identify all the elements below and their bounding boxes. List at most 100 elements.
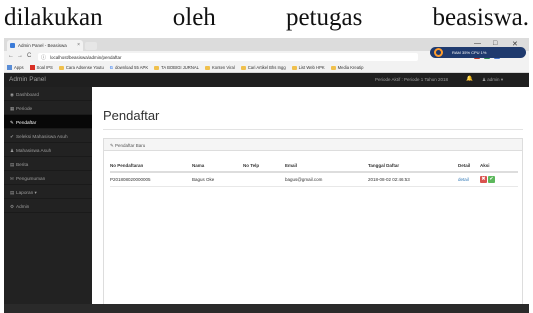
divider bbox=[103, 129, 523, 130]
sidebar-item-label: Pengumuman bbox=[16, 175, 46, 181]
info-icon[interactable]: ⓘ bbox=[41, 54, 46, 61]
sidebar-item-label: Laporan ▾ bbox=[16, 189, 37, 195]
caption-word: dilakukan bbox=[4, 4, 103, 31]
registrants-table: No Pendaftaran Nama No Telp Email Tangga… bbox=[110, 160, 518, 187]
approve-button[interactable]: ✔ bbox=[488, 176, 495, 183]
system-stats-widget: RAM 35% CPU 1% bbox=[430, 47, 526, 58]
sidebar-item-laporan[interactable]: ▤ Laporan ▾ bbox=[4, 185, 92, 199]
folder-icon bbox=[291, 65, 297, 70]
bookmark-item[interactable]: Gdownload 55 APK bbox=[110, 65, 148, 70]
caption-word: petugas bbox=[285, 4, 363, 31]
url-input[interactable]: ⓘ localhost/beasiswa/admin/pendaftar bbox=[38, 53, 418, 61]
tab-close-icon[interactable]: × bbox=[77, 42, 80, 48]
bookmark-item[interactable]: Media Kreatip bbox=[330, 65, 364, 70]
brand-link[interactable]: Admin Panel bbox=[9, 76, 46, 83]
reload-icon[interactable]: C bbox=[27, 53, 31, 59]
folder-icon bbox=[240, 65, 246, 70]
bookmark-item[interactable]: Cari Artikel Bhs Ingg bbox=[240, 65, 286, 70]
bookmark-label: Media Kreatip bbox=[337, 65, 364, 70]
sidebar-item-label: Mahasiswa Asuh bbox=[16, 147, 52, 153]
minimize-icon[interactable]: — bbox=[474, 40, 481, 47]
sidebar-item-pengumuman[interactable]: ✉ Pengumuman bbox=[4, 171, 92, 185]
folder-icon bbox=[330, 65, 336, 70]
new-tab-button[interactable] bbox=[85, 42, 97, 50]
bookmark-item[interactable]: Soal IPS bbox=[29, 65, 53, 70]
apps-icon bbox=[7, 65, 12, 70]
chevron-down-icon: ▾ bbox=[499, 77, 504, 82]
bookmark-item[interactable]: Apps bbox=[7, 65, 24, 70]
sidebar-item-berita[interactable]: ▤ Berita bbox=[4, 157, 92, 171]
folder-icon bbox=[154, 65, 160, 70]
back-icon[interactable]: ← bbox=[8, 53, 14, 59]
admin-app: Admin Panel Periode Aktif : Periode 1 Ta… bbox=[4, 73, 529, 313]
registration-number: P201808020000005 bbox=[110, 172, 192, 187]
bookmark-label: Soal IPS bbox=[36, 65, 53, 70]
browser-window: Admin Panel - Beasiswa × — □ ✕ ← → C ⓘ l… bbox=[4, 38, 529, 313]
page-title: Pendaftar bbox=[103, 108, 160, 123]
url-text: localhost/beasiswa/admin/pendaftar bbox=[50, 54, 122, 60]
column-header: Aksi bbox=[480, 160, 518, 173]
registrants-panel: ✎ Pendaftar Baru No Pendaftaran Nama No … bbox=[103, 138, 523, 313]
bookmark-item[interactable]: Cara Adsense Youtu bbox=[58, 65, 104, 70]
registrant-email: bagus@gmail.com bbox=[285, 172, 368, 187]
bookmark-item[interactable]: List Web HPK bbox=[291, 65, 325, 70]
caption-text: dilakukan oleh petugas beasiswa. bbox=[0, 0, 533, 36]
detail-link[interactable]: detail bbox=[458, 177, 469, 182]
bookmark-item[interactable]: TA BOBIGI JURNAL bbox=[154, 65, 199, 70]
sidebar-item-dashboard[interactable]: ◉ Dashboard bbox=[4, 87, 92, 101]
caption-word: beasiswa. bbox=[432, 4, 529, 31]
column-header: No Telp bbox=[243, 160, 285, 173]
sidebar-item-periode[interactable]: ▦ Periode bbox=[4, 101, 92, 115]
column-header: Email bbox=[285, 160, 368, 173]
delete-button[interactable]: ✖ bbox=[480, 176, 487, 183]
main-content: Pendaftar ✎ Pendaftar Baru No Pendaftara… bbox=[103, 87, 523, 313]
favicon-icon bbox=[10, 43, 15, 48]
stats-text: RAM 35% CPU 1% bbox=[452, 50, 487, 55]
taskbar bbox=[4, 304, 529, 313]
table-header-row: No Pendaftaran Nama No Telp Email Tangga… bbox=[110, 160, 518, 173]
column-header: No Pendaftaran bbox=[110, 160, 192, 173]
bookmark-label: Cara Adsense Youtu bbox=[65, 65, 104, 70]
bookmarks-bar: Apps Soal IPS Cara Adsense Youtu Gdownlo… bbox=[4, 63, 529, 73]
browser-tab[interactable]: Admin Panel - Beasiswa × bbox=[7, 40, 83, 51]
bookmark-label: TA BOBIGI JURNAL bbox=[161, 65, 199, 70]
registrant-phone bbox=[243, 172, 285, 187]
folder-icon bbox=[204, 65, 210, 70]
maximize-icon[interactable]: □ bbox=[493, 40, 497, 47]
sidebar-item-admin[interactable]: ⚙ Admin bbox=[4, 199, 92, 213]
caption-word: oleh bbox=[172, 4, 216, 31]
panel-heading: ✎ Pendaftar Baru bbox=[104, 139, 522, 151]
folder-icon bbox=[58, 65, 64, 70]
sidebar-item-label: Berita bbox=[16, 161, 29, 167]
stats-ring-icon bbox=[434, 48, 443, 57]
tab-title: Admin Panel - Beasiswa bbox=[18, 43, 67, 48]
bookmark-label: Cari Artikel Bhs Ingg bbox=[247, 65, 286, 70]
user-name: admin bbox=[487, 77, 500, 82]
column-header: Tanggal Daftar bbox=[368, 160, 458, 173]
sidebar-item-mahasiswa-asuh[interactable]: ♟ Mahasiswa Asuh bbox=[4, 143, 92, 157]
registration-date: 2018-08-02 02:46:53 bbox=[368, 172, 458, 187]
bookmark-label: Apps bbox=[14, 65, 24, 70]
bell-icon[interactable]: 🔔 bbox=[466, 76, 473, 82]
top-navbar: Admin Panel Periode Aktif : Periode 1 Ta… bbox=[4, 73, 529, 87]
user-menu[interactable]: ♟ admin ▾ bbox=[482, 77, 503, 83]
sidebar-item-label: Seleksi Mahasiswa Asuh bbox=[16, 133, 68, 139]
bookmark-label: download 55 APK bbox=[115, 65, 149, 70]
sidebar-item-label: Pendaftar bbox=[16, 119, 37, 125]
bookmark-label: List Web HPK bbox=[298, 65, 325, 70]
bookmark-item[interactable]: Konten Viral bbox=[204, 65, 235, 70]
sidebar-item-seleksi[interactable]: ✔ Seleksi Mahasiswa Asuh bbox=[4, 129, 92, 143]
sidebar-item-pendaftar[interactable]: ✎ Pendaftar bbox=[4, 115, 92, 129]
sidebar-item-label: Admin bbox=[16, 203, 30, 209]
google-icon: G bbox=[109, 65, 114, 70]
bookmark-icon bbox=[29, 65, 35, 70]
registrant-name: Bagus Oke bbox=[192, 172, 243, 187]
forward-icon[interactable]: → bbox=[17, 53, 23, 59]
column-header: Nama bbox=[192, 160, 243, 173]
bookmark-label: Konten Viral bbox=[211, 65, 235, 70]
sidebar-item-label: Dashboard bbox=[16, 91, 39, 97]
table-row: P201808020000005 Bagus Oke bagus@gmail.c… bbox=[110, 172, 518, 187]
active-period-text: Periode Aktif : Periode 1 Tahun 2018 bbox=[375, 77, 448, 82]
sidebar-item-label: Periode bbox=[16, 105, 33, 111]
column-header: Detail bbox=[458, 160, 480, 173]
